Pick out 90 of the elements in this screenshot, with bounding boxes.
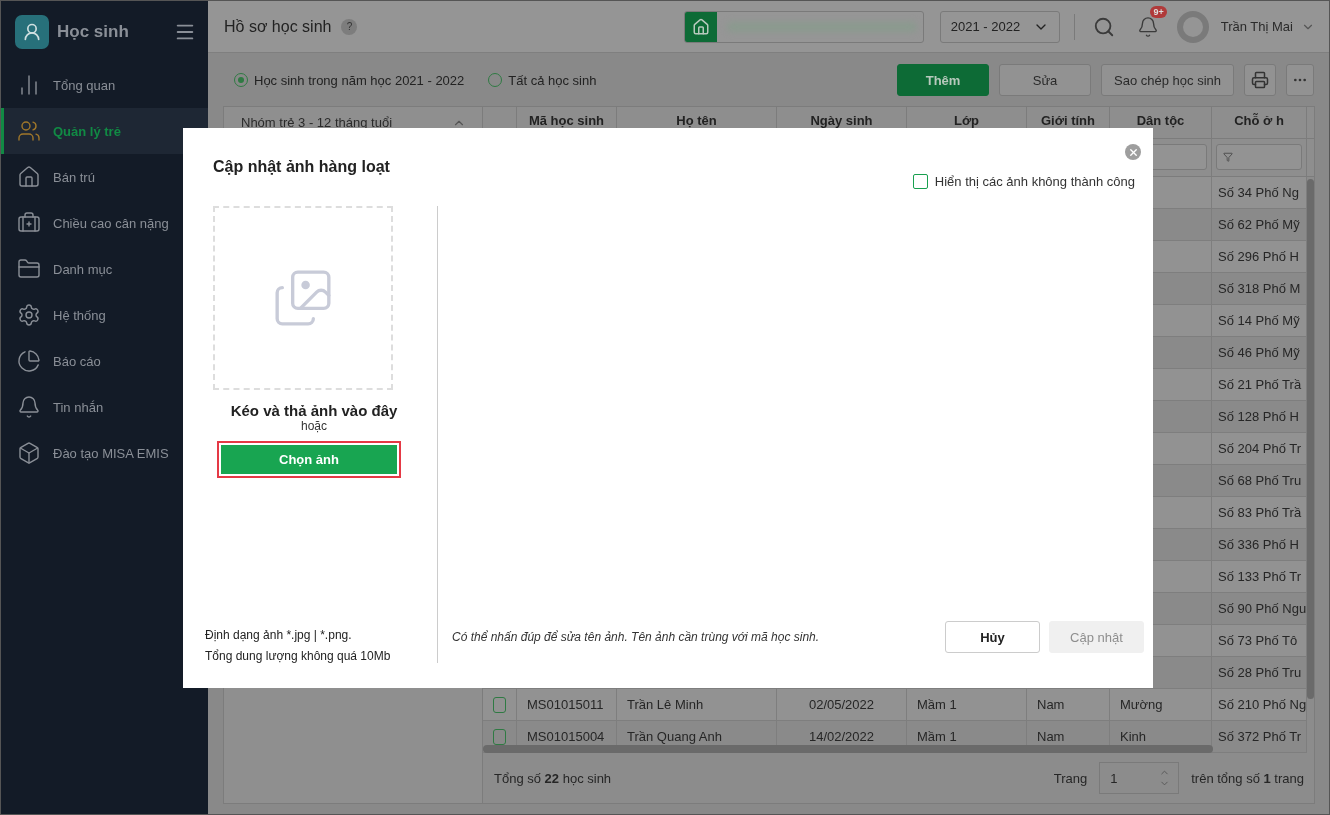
row-checkbox[interactable] xyxy=(493,696,506,713)
school-field[interactable] xyxy=(683,10,924,43)
address: Số 68 Phố Tru xyxy=(1218,473,1302,488)
show-failed-checkbox[interactable]: Hiển thị các ảnh không thành công xyxy=(912,174,1135,189)
scrollbar[interactable] xyxy=(483,744,1213,753)
box-icon xyxy=(17,441,41,465)
address: Số 133 Phố Tr xyxy=(1218,569,1302,584)
toolbar-button[interactable]: Sửa xyxy=(999,64,1092,96)
address: Số 204 Phố Tr xyxy=(1218,441,1302,456)
sidebar-item[interactable]: Tổng quan xyxy=(1,62,208,108)
logo-icon xyxy=(15,14,49,49)
format-note: Định dạng ảnh *.jpg | *.png. xyxy=(205,627,352,644)
filter-field[interactable] xyxy=(1216,144,1302,170)
column-header: Chỗ ở h xyxy=(1212,107,1307,138)
row-checkbox[interactable] xyxy=(493,728,506,745)
filter-radio[interactable]: Học sinh trong năm học 2021 - 2022 xyxy=(234,72,465,88)
address: Số 28 Phố Tru xyxy=(1218,665,1302,680)
page-total: trên tổng số 1 trang xyxy=(1191,770,1304,786)
address: Số 73 Phố Tô xyxy=(1218,633,1298,648)
close-icon[interactable] xyxy=(1125,144,1141,160)
filter-radio[interactable]: Tất cả học sinh xyxy=(488,72,597,88)
address: Số 210 Phố Ng xyxy=(1218,697,1307,712)
sidebar-item[interactable]: Tin nhắn xyxy=(1,384,208,430)
class-name: Mầm 1 xyxy=(917,697,957,712)
student-name: Trần Lê Minh xyxy=(627,697,704,712)
app-title: Học sinh xyxy=(57,21,130,42)
cancel-button[interactable]: Hủy xyxy=(945,621,1040,653)
printer-icon xyxy=(1251,71,1269,89)
help-icon[interactable]: ? xyxy=(341,18,358,35)
total-count: Tổng số 22 học sinh xyxy=(494,770,612,786)
sidebar-item[interactable]: Danh mục xyxy=(1,246,208,292)
pie-chart-icon xyxy=(17,349,41,373)
sidebar-item[interactable]: Quản lý trẻ xyxy=(1,108,208,154)
sidebar-item[interactable]: Đào tạo MISA EMIS xyxy=(1,430,208,476)
page-label: Trang xyxy=(1053,770,1088,786)
birth-date: 02/05/2022 xyxy=(808,697,875,712)
bell-icon xyxy=(17,395,41,419)
ethnicity: Kinh xyxy=(1120,729,1147,744)
birth-date: 14/02/2022 xyxy=(808,729,875,744)
sidebar-item[interactable]: Bán trú xyxy=(1,154,208,200)
address: Số 296 Phố H xyxy=(1218,249,1299,264)
gender: Nam xyxy=(1037,697,1065,712)
school-year-select[interactable]: 2021 - 2022 xyxy=(939,10,1060,43)
scrollbar[interactable] xyxy=(1307,179,1314,699)
user-name[interactable]: Trần Thị Mai xyxy=(1220,19,1293,34)
bell-icon[interactable] xyxy=(1136,15,1159,38)
address: Số 46 Phố Mỹ xyxy=(1218,345,1300,360)
student-code: MS01015004 xyxy=(527,729,605,744)
dialog-title: Cập nhật ảnh hàng loạt xyxy=(213,158,390,176)
choose-image-button[interactable]: Chọn ảnh xyxy=(217,441,401,478)
address: Số 372 Phố Tr xyxy=(1218,729,1302,744)
address: Số 90 Phố Ngu xyxy=(1218,601,1307,616)
address: Số 336 Phố H xyxy=(1218,537,1299,552)
address: Số 83 Phố Trầ xyxy=(1218,505,1302,520)
avatar[interactable] xyxy=(1176,10,1209,43)
page-input[interactable]: 1 xyxy=(1099,762,1180,794)
address: Số 21 Phố Trầ xyxy=(1218,377,1302,392)
settings-icon xyxy=(17,303,41,327)
more-button[interactable] xyxy=(1286,64,1314,96)
gender: Nam xyxy=(1037,729,1065,744)
folder-icon xyxy=(17,257,41,281)
address: Số 128 Phố H xyxy=(1218,409,1299,424)
filter-icon xyxy=(1223,152,1233,162)
people-icon xyxy=(17,119,41,143)
sidebar-item[interactable]: Hệ thống xyxy=(1,292,208,338)
notification-badge: 9+ xyxy=(1150,5,1167,18)
hint-text: Có thể nhấn đúp để sửa tên ảnh. Tên ảnh cần trùng với mã học sinh. xyxy=(452,630,821,644)
sidebar-item[interactable]: Chiều cao cân nặng xyxy=(1,200,208,246)
search-icon[interactable] xyxy=(1092,15,1115,38)
address: Số 34 Phố Ng xyxy=(1218,185,1299,200)
student-code: MS01015011 xyxy=(527,697,604,712)
address: Số 318 Phố M xyxy=(1218,281,1301,296)
medical-case-icon xyxy=(17,211,41,235)
ethnicity: Mường xyxy=(1120,697,1163,712)
drop-text: Kéo và thả ảnh vào đây xyxy=(229,402,399,419)
print-button[interactable] xyxy=(1244,64,1276,96)
toolbar-button[interactable]: Sao chép học sinh xyxy=(1101,64,1234,96)
address: Số 14 Phố Mỹ xyxy=(1218,313,1300,328)
address: Số 62 Phố Mỹ xyxy=(1218,217,1300,232)
house-icon xyxy=(691,17,710,36)
size-note: Tổng dung lượng không quá 10Mb xyxy=(205,648,391,665)
image-icon xyxy=(272,267,334,329)
add-button[interactable]: Thêm xyxy=(897,64,990,96)
house-icon xyxy=(17,165,41,189)
student-name: Trần Quang Anh xyxy=(627,729,722,744)
class-name: Mầm 1 xyxy=(917,729,957,744)
or-text: hoặc xyxy=(300,419,328,433)
sidebar-item[interactable]: Báo cáo xyxy=(1,338,208,384)
page-title: Hồ sơ học sinh xyxy=(224,17,332,36)
drop-zone[interactable] xyxy=(213,206,393,390)
